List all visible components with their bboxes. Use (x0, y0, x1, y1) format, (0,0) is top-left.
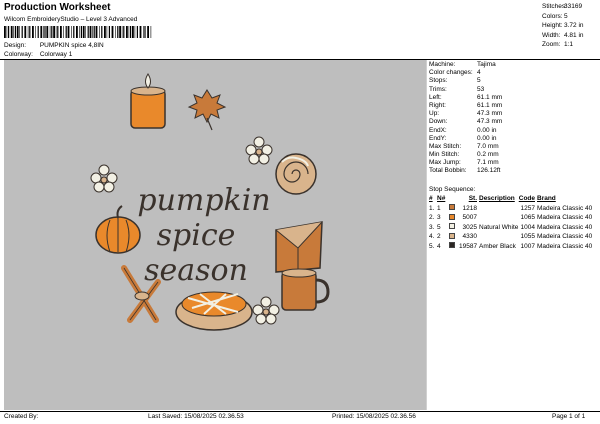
stop-sequence-title: Stop Sequence: (429, 186, 476, 193)
property-label: Max Jump: (429, 159, 461, 167)
property-label: Machine: (429, 61, 456, 68)
property-label: EndY: (429, 134, 447, 142)
stat-colors: Colors: 5 (542, 12, 568, 20)
property-value: 47.3 mm (477, 118, 503, 126)
cinnamon-roll-icon (275, 153, 317, 195)
property-value: 7.0 mm (477, 142, 499, 150)
property-label: Right: (429, 101, 446, 109)
page-number: Page 1 of 1 (552, 413, 586, 420)
candle-icon (130, 73, 166, 129)
property-row: Machine: Tajima (429, 61, 597, 69)
stop-row: 4. 2 4330 1055 Madeira Classic 40 (429, 232, 593, 241)
stop-sequence-table: # N# St. Description Code Brand 1. 1 1218 1… (429, 194, 599, 251)
stop-row: 5. 4 19587 Amber Black 1007 Madeira Classic 4… (429, 242, 593, 250)
software-subtitle: Wilcom EmbroideryStudio – Level 3 Advanc… (4, 16, 138, 23)
design-preview: pumpkin spice season (4, 60, 426, 410)
flower-icon (90, 164, 118, 193)
property-label: Up: (429, 110, 440, 118)
property-label: Down: (429, 118, 448, 126)
property-row: Color changes: 4 (429, 69, 597, 77)
design-row: Design: PUMPKIN spice 4,8IN (4, 42, 104, 49)
last-saved: Last Saved: 15/08/2025 02.36.53 (148, 413, 244, 420)
printed-date: Printed: 15/08/2025 02.36.56 (332, 413, 416, 420)
property-row: Right: 61.1 mm (429, 102, 597, 110)
flower-icon (252, 296, 280, 325)
design-label: Design: (4, 42, 27, 49)
color-swatch (449, 213, 455, 220)
barcode (4, 26, 152, 38)
property-label: Total Bobbin: (429, 167, 467, 175)
machine-properties: Machine: Tajima Color changes: 4 Stops: 5 Trim… (429, 61, 597, 176)
property-value: 7.1 mm (477, 159, 499, 167)
stats-panel: Stitches: 33169 Colors: 5 Height: 3.72 in W… (542, 3, 598, 51)
property-row: EndY: 0.00 in (429, 135, 597, 143)
pie-slice-icon (275, 221, 323, 273)
panel-divider (426, 60, 427, 410)
flower-icon (245, 136, 273, 165)
property-value: 0.2 mm (477, 151, 499, 159)
footer-divider (0, 411, 600, 412)
property-row: Min Stitch: 0.2 mm (429, 151, 597, 159)
property-row: Trims: 53 (429, 86, 597, 94)
property-label: Left: (429, 93, 442, 101)
stop-row: 2. 3 5007 1065 Madeira Classic 40 (429, 213, 593, 222)
property-row: Up: 47.3 mm (429, 110, 597, 118)
property-value: 0.00 in (477, 126, 497, 134)
property-row: Down: 47.3 mm (429, 118, 597, 126)
property-row: Max Stitch: 7.0 mm (429, 143, 597, 151)
property-value: 126.12ft (477, 167, 501, 175)
stat-width: Width: 4.81 in (542, 31, 584, 39)
stop-row: 3. 5 3025 Natural White 1004 Madeira Classic … (429, 223, 593, 231)
property-row: Left: 61.1 mm (429, 94, 597, 102)
created-by: Created By: (4, 413, 39, 420)
property-value: Tajima (477, 61, 496, 68)
property-label: Trims: (429, 85, 447, 93)
stop-table-header: # N# St. Description Code Brand (429, 195, 556, 203)
embroidery-artwork: pumpkin spice season (90, 73, 330, 331)
design-text-line-1: pumpkin (137, 183, 270, 218)
color-swatch (449, 223, 455, 230)
property-label: Min Stitch: (429, 151, 460, 159)
colorway-label: Colorway: (4, 51, 33, 58)
color-swatch (449, 232, 455, 239)
property-value: 61.1 mm (477, 93, 503, 101)
property-value: 5 (477, 77, 481, 85)
property-value: 47.3 mm (477, 110, 503, 118)
property-value: 0.00 in (477, 134, 497, 142)
worksheet-title: Production Worksheet (4, 2, 111, 13)
stat-stitches: Stitches: 33169 (542, 3, 583, 10)
design-value: PUMPKIN spice 4,8IN (39, 42, 104, 49)
property-label: Color changes: (429, 69, 473, 77)
pumpkin-icon (95, 205, 141, 254)
stop-row: 1. 1 1218 1257 Madeira Classic 40 (429, 204, 593, 212)
property-row: EndX: 0.00 in (429, 127, 597, 135)
colorway-value: Colorway 1 (39, 51, 73, 58)
colorway-row: Colorway: Colorway 1 (4, 51, 72, 58)
color-swatch (449, 204, 455, 211)
property-value: 61.1 mm (477, 101, 503, 109)
property-label: Stops: (429, 77, 448, 85)
stat-height: Height: 3.72 in (542, 22, 584, 29)
property-value: 53 (477, 85, 485, 93)
property-row: Stops: 5 (429, 77, 597, 85)
color-swatch (449, 242, 455, 249)
maple-leaf-icon (187, 89, 227, 131)
property-value: 4 (477, 69, 481, 77)
mug-icon (281, 268, 330, 311)
pie-icon (175, 291, 253, 331)
property-row: Total Bobbin: 126.12ft (429, 167, 597, 175)
design-text-line-2: spice (157, 218, 236, 253)
property-label: EndX: (429, 126, 447, 134)
property-label: Max Stitch: (429, 142, 462, 150)
stat-zoom: Zoom: 1:1 (542, 41, 574, 48)
property-row: Max Jump: 7.1 mm (429, 159, 597, 167)
